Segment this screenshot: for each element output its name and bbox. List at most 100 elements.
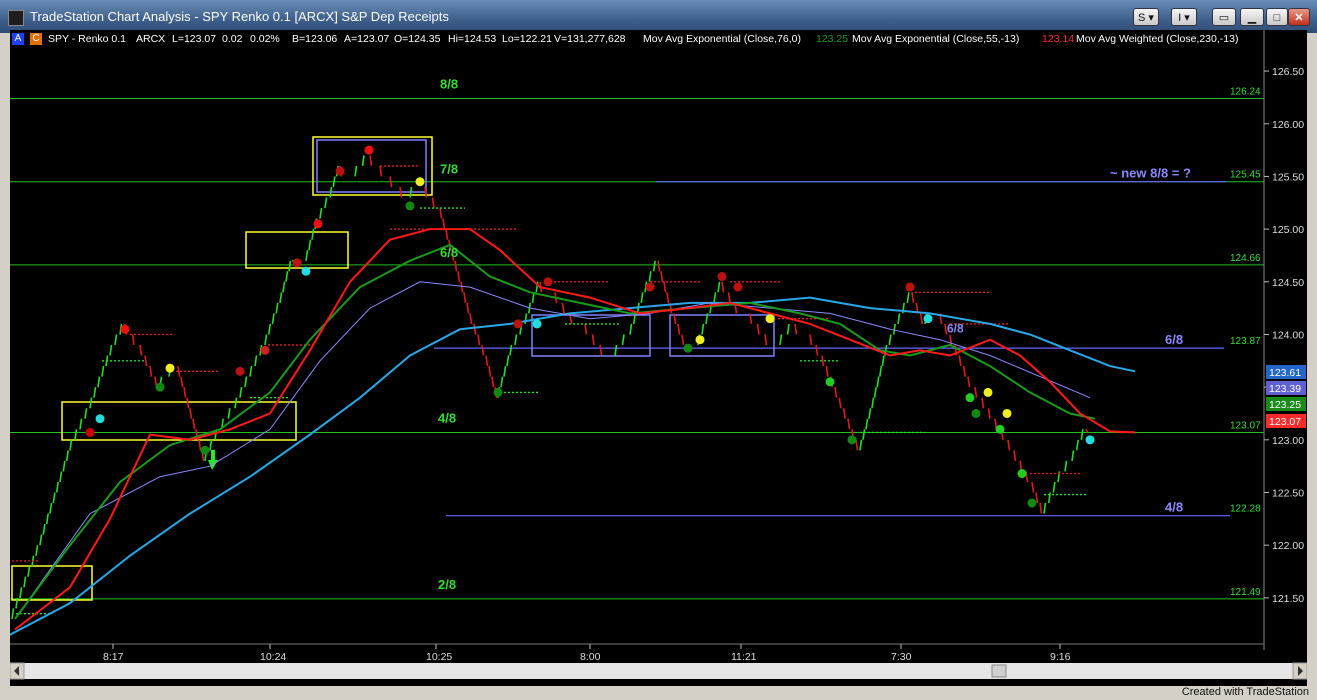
renko-brick [477,334,481,346]
renko-brick [481,344,485,356]
renko-brick [97,376,101,388]
price-tick-label-10: 121.50 [1272,593,1304,605]
price-tick-label-1: 126.00 [1272,119,1304,131]
renko-brick [234,397,238,409]
renko-brick [485,355,489,367]
renko-brick [109,344,113,356]
renko-brick [871,397,875,409]
signal-dot-22 [717,272,727,282]
renko-brick [974,387,978,398]
renko-brick [1075,439,1079,451]
time-tick-label-3: 8:00 [580,651,601,663]
renko-brick [842,408,846,419]
scroll-track[interactable] [10,663,1307,679]
price-axis[interactable]: 126.50 126.00 125.50 125.00 124.50 124.00 123.… [1263,30,1307,686]
signal-dot-3 [155,382,165,392]
renko-bars [11,155,1089,620]
box-5 [531,314,651,357]
level-labels: 8/8 126.24 7/8 125.45 6/8 124.66 4/8 123.07 2/8 1… [438,76,1261,597]
renko-brick [285,271,289,282]
renko-brick [23,576,27,588]
price-tick-label-2: 125.50 [1272,171,1304,183]
renko-brick [1064,460,1068,472]
maximize-icon: □ [1273,12,1281,24]
renko-brick [911,292,915,303]
renko-brick [987,408,991,419]
chart-area[interactable]: A C SPY - Renko 0.1 ARCX L=123.07 0.02 0… [10,30,1307,686]
renko-brick [1035,492,1039,504]
window-icon-button[interactable]: ▭ [1212,8,1236,26]
renko-brick [865,418,869,430]
i-menu-label: I [1178,12,1182,24]
scroll-thumb[interactable] [991,664,1007,678]
renko-brick [764,334,768,346]
renko-brick [369,155,373,167]
up-arrow-icon [208,450,218,470]
renko-brick [967,376,971,388]
renko-brick [74,429,78,440]
renko-brick [62,460,66,472]
minimize-icon: ▁ [1247,12,1257,24]
renko-brick [454,260,458,272]
renko-brick [599,344,603,356]
renko-brick [275,302,279,314]
renko-brick [629,323,633,335]
renko-brick [227,408,231,419]
signal-dot-36 [1085,435,1095,445]
renko-brick [79,418,83,430]
renko-brick [139,344,143,356]
renko-brick [305,250,309,261]
renko-brick [308,239,312,251]
maximize-button[interactable]: □ [1266,8,1288,26]
renko-brick [264,334,268,346]
signal-dot-24 [765,314,775,324]
renko-brick [431,197,435,209]
price-tick-label-9: 122.00 [1272,540,1304,552]
horizontal-scrollbar[interactable] [10,662,1307,680]
s-menu-button[interactable]: S ▾ [1133,8,1159,26]
renko-brick [332,176,336,188]
signal-dot-2 [120,324,130,334]
signal-dot-8 [292,258,302,268]
renko-brick [35,545,39,556]
renko-brick [847,418,851,430]
renko-brick [271,313,275,325]
renko-brick [249,365,253,377]
footer-credit: Created with TradeStation [1181,686,1309,698]
murrey-value-0: 126.24 [1230,86,1261,97]
renko-brick [244,376,248,388]
blue-level-label-1: 6/8 [1165,332,1183,347]
renko-brick [267,323,272,335]
signal-dot-19 [645,282,655,292]
renko-brick [621,334,625,346]
renko-brick [192,418,196,430]
renko-brick [657,260,661,272]
signal-dot-32 [995,424,1005,434]
renko-brick [1043,502,1047,514]
close-button[interactable]: ✕ [1288,8,1310,26]
signal-dot-5 [200,445,210,455]
price-tick-label-8: 122.50 [1272,488,1304,500]
renko-brick [503,365,507,377]
renko-brick [324,197,328,209]
minimize-button[interactable]: ▁ [1240,8,1264,26]
renko-brick [39,534,43,546]
inner-level-tag: 6/8 [947,321,964,335]
murrey-label-4: 2/8 [438,577,456,592]
i-menu-button[interactable]: I ▾ [1171,8,1197,26]
signal-dots [85,145,1095,508]
renko-brick [69,439,73,451]
renko-brick [439,207,443,219]
renko-brick [524,313,528,325]
signal-dot-9 [301,266,311,276]
renko-brick [491,376,495,388]
renko-brick [27,566,31,577]
renko-chart[interactable]: 8/8 126.24 7/8 125.45 6/8 124.66 4/8 123.07 2/8 1… [10,30,1307,686]
renko-brick [825,365,829,377]
renko-brick [282,281,286,293]
renko-brick [354,165,358,177]
murrey-value-3: 123.07 [1230,420,1261,431]
signal-dot-6 [235,366,245,376]
renko-brick [329,186,333,198]
blue-level-label-0: ~ new 8/8 = ? [1110,166,1191,181]
